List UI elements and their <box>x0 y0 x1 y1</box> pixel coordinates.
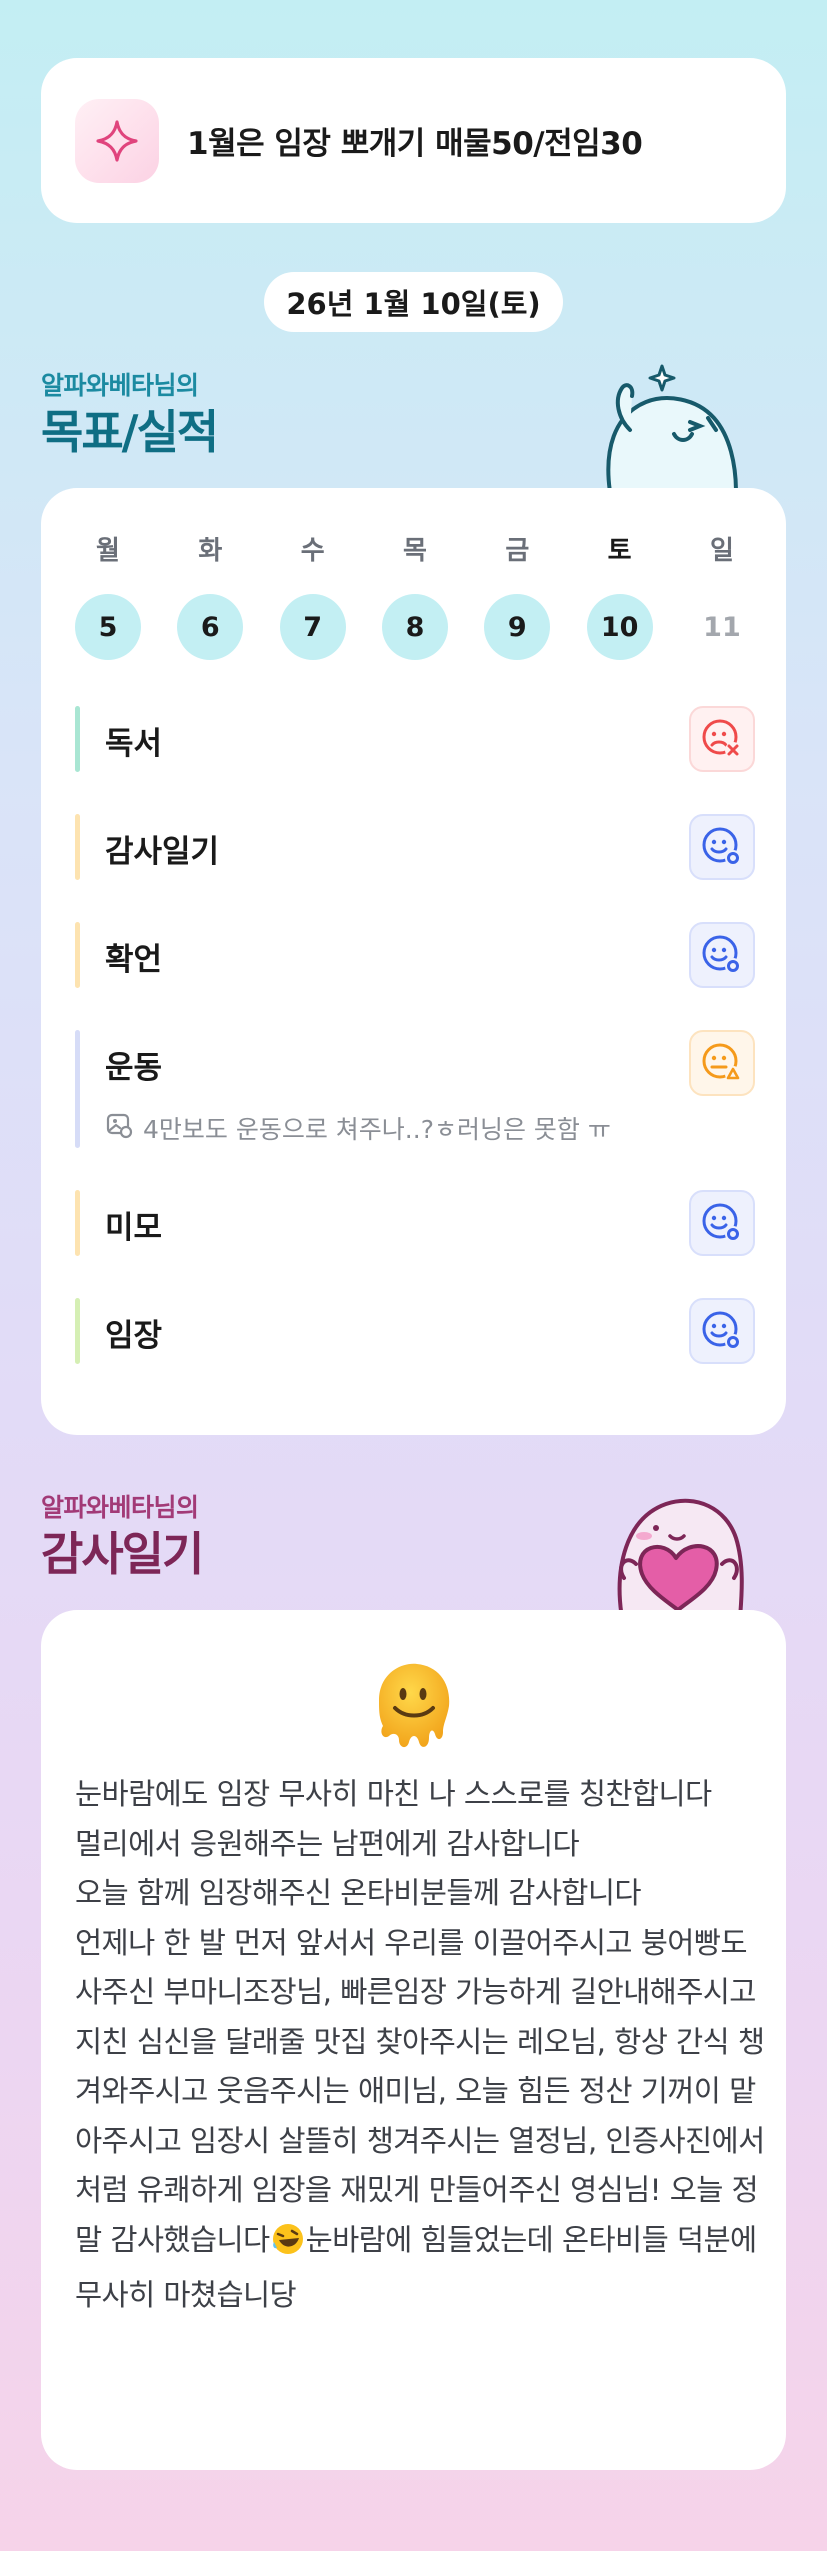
calendar-date-today[interactable]: 10 <box>586 594 653 660</box>
goal-label: 감사일기 <box>105 834 220 870</box>
calendar-date[interactable]: 5 <box>75 594 141 660</box>
goal-label: 확언 <box>105 942 163 978</box>
smile-face-o-icon[interactable] <box>689 1190 755 1256</box>
gratitude-text: 눈바람에도 임장 무사히 마친 나 스스로를 칭찬합니다 멀리에서 응원해주는 … <box>75 1770 765 2321</box>
week-calendar: 월 화 수 목 금 토 일 5 6 7 8 9 10 11 <box>75 530 755 660</box>
goal-label: 독서 <box>105 726 163 762</box>
ghost-character-icon <box>596 360 746 494</box>
goal-label: 임장 <box>105 1318 163 1354</box>
smile-face-o-icon[interactable] <box>689 922 755 988</box>
smile-face-o-icon[interactable] <box>689 814 755 880</box>
goal-row[interactable]: 감사일기 <box>75 814 755 880</box>
sparkle-icon <box>75 98 159 183</box>
heart-character-icon <box>596 1478 756 1620</box>
goal-row[interactable]: 확언 <box>75 922 755 988</box>
goal-note-text: 4만보도 운동으로 쳐주나..?ㅎ러닝은 못함 ㅠ <box>143 1115 611 1144</box>
weekday-label: 월 <box>96 536 120 566</box>
goal-color-bar <box>75 1030 80 1148</box>
goal-row[interactable]: 운동 4만보도 운동으로 쳐주나..?ㅎ러닝은 못함 ㅠ <box>75 1030 755 1148</box>
neutral-face-triangle-icon[interactable] <box>689 1030 755 1096</box>
weekday-label: 화 <box>198 536 223 566</box>
goal-color-bar <box>75 1190 80 1256</box>
gratitude-card: 눈바람에도 임장 무사히 마친 나 스스로를 칭찬합니다 멀리에서 응원해주는 … <box>41 1610 786 2470</box>
calendar-date[interactable]: 6 <box>177 594 244 660</box>
goal-color-bar <box>75 1298 80 1364</box>
goal-note: 4만보도 운동으로 쳐주나..?ㅎ러닝은 못함 ㅠ <box>105 1110 611 1146</box>
goal-label: 미모 <box>105 1210 163 1246</box>
weekday-label: 수 <box>300 536 325 566</box>
goals-card: 월 화 수 목 금 토 일 5 6 7 8 9 10 11 독서 감사일기 확언… <box>41 488 786 1435</box>
goal-banner: 1월은 임장 뽀개기 매물50/전임30 <box>41 58 786 223</box>
weekday-label-today: 토 <box>607 536 632 566</box>
goal-color-bar <box>75 922 80 988</box>
weekday-label: 금 <box>505 536 530 566</box>
goal-label: 운동 <box>105 1050 163 1086</box>
sad-face-x-icon[interactable] <box>689 706 755 772</box>
calendar-date-future[interactable]: 11 <box>689 594 755 660</box>
smile-face-o-icon[interactable] <box>689 1298 755 1364</box>
date-label: 26년 1월 10일(토) <box>264 272 563 332</box>
melting-face-icon <box>371 1658 457 1758</box>
banner-text: 1월은 임장 뽀개기 매물50/전임30 <box>187 126 643 162</box>
weekday-label: 목 <box>403 536 427 566</box>
goal-row[interactable]: 임장 <box>75 1298 755 1364</box>
calendar-date[interactable]: 7 <box>279 594 346 660</box>
goal-row[interactable]: 미모 <box>75 1190 755 1256</box>
weekday-label: 일 <box>710 536 734 566</box>
goal-color-bar <box>75 706 80 772</box>
gratitude-title: 감사일기 <box>41 1527 204 1581</box>
goal-color-bar <box>75 814 80 880</box>
rofl-emoji-icon <box>270 2222 306 2272</box>
calendar-date[interactable]: 8 <box>381 594 448 660</box>
calendar-date[interactable]: 9 <box>484 594 551 660</box>
goals-title: 목표/실적 <box>41 405 219 459</box>
photo-note-icon <box>105 1111 133 1145</box>
gratitude-text-body: 눈바람에도 임장 무사히 마친 나 스스로를 칭찬합니다 멀리에서 응원해주는 … <box>75 1777 765 2257</box>
goal-row[interactable]: 독서 <box>75 706 755 772</box>
